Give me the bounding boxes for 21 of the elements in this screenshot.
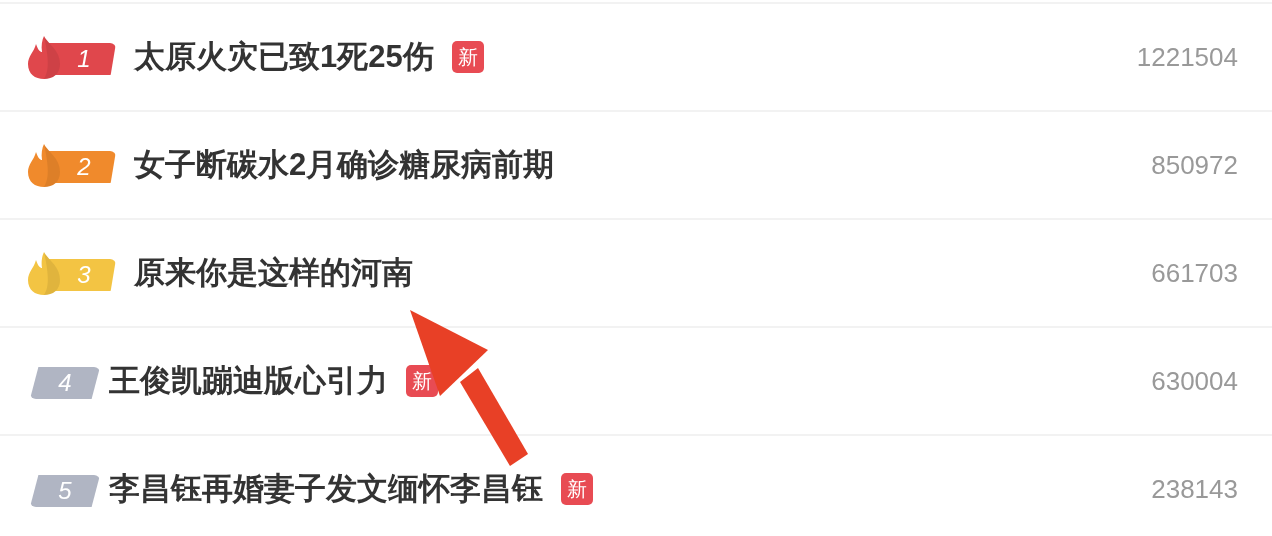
new-badge: 新 xyxy=(451,41,484,73)
heat-count: 850972 xyxy=(1151,148,1238,182)
headline-text: 李昌钰再婚妻子发文缅怀李昌钰 xyxy=(109,469,543,508)
flame-icon xyxy=(26,250,62,296)
heat-count: 630004 xyxy=(1151,364,1238,398)
heat-count: 1221504 xyxy=(1136,40,1238,74)
list-row[interactable]: 1 太原火灾已致1死25伤 新 1221504 xyxy=(0,4,1272,112)
heat-count: 661703 xyxy=(1151,256,1238,290)
flame-icon xyxy=(26,34,62,80)
rank-tag: 5 xyxy=(30,475,100,507)
list-row[interactable]: 2 女子断碳水2月确诊糖尿病前期 850972 xyxy=(0,112,1272,220)
heat-count: 238143 xyxy=(1151,472,1238,506)
list-row[interactable]: 3 原来你是这样的河南 661703 xyxy=(0,220,1272,328)
headline-text: 王俊凯蹦迪版心引力 xyxy=(109,361,388,400)
headline-text: 太原火灾已致1死25伤 xyxy=(134,37,434,76)
flame-icon xyxy=(26,142,62,188)
headline-text: 女子断碳水2月确诊糖尿病前期 xyxy=(134,145,555,184)
rank-tag: 4 xyxy=(30,367,100,399)
new-badge: 新 xyxy=(406,365,438,397)
new-badge: 新 xyxy=(561,473,593,505)
headline-text: 原来你是这样的河南 xyxy=(134,253,413,292)
